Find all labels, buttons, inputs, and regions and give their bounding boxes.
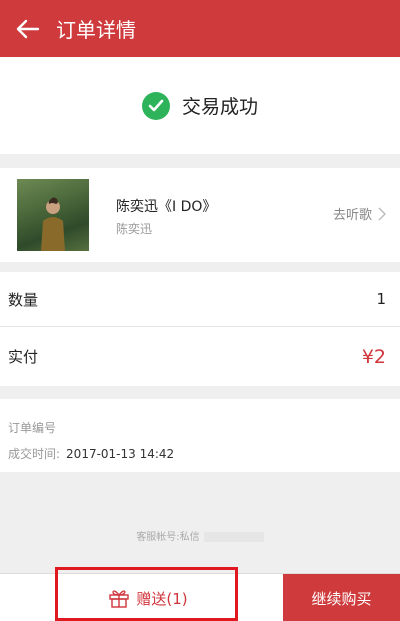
artist-name: 陈奕迅 [116, 222, 153, 236]
page-title: 订单详情 [56, 18, 136, 42]
song-title: 陈奕迅《I DO》 [116, 199, 217, 215]
gift-icon [109, 590, 130, 608]
bottom-bar: 赠送(1) 继续购买 [0, 573, 400, 621]
order-info: 订单编号 成交时间: 2017-01-13 14:42 [0, 399, 400, 472]
gift-label: 赠送(1) [136, 589, 188, 608]
paid-row: 实付 ¥2 [0, 327, 400, 386]
back-button[interactable] [0, 0, 56, 57]
order-number: 订单编号 [8, 415, 400, 441]
album-cover [17, 179, 129, 251]
status-text: 交易成功 [181, 96, 258, 118]
paid-value: ¥2 [361, 345, 386, 368]
go-listen-link[interactable]: 去听歌 [333, 204, 386, 223]
order-status: 交易成功 [0, 57, 400, 154]
quantity-value: 1 [376, 290, 386, 308]
order-number-label: 订单编号 [8, 421, 57, 435]
go-listen-label: 去听歌 [332, 208, 372, 223]
deal-time-value: 2017-01-13 14:42 [66, 447, 175, 461]
back-arrow-icon [16, 19, 40, 38]
redacted-account [203, 532, 264, 542]
service-label: 客服帐号:私信 [136, 532, 200, 543]
service-account: 客服帐号:私信 [0, 528, 400, 543]
check-circle-icon [141, 91, 170, 120]
album-photo [17, 179, 89, 251]
product-card[interactable]: 陈奕迅《I DO》 陈奕迅 去听歌 [0, 168, 400, 262]
chevron-right-icon [378, 207, 386, 220]
deal-time: 成交时间: 2017-01-13 14:42 [8, 441, 400, 467]
quantity-row: 数量 1 [0, 272, 400, 327]
gift-button[interactable]: 赠送(1) [60, 574, 236, 621]
deal-time-label: 成交时间: [8, 447, 61, 461]
quantity-label: 数量 [8, 290, 39, 309]
paid-label: 实付 [8, 348, 39, 366]
app-header: 订单详情 [0, 0, 400, 57]
continue-buy-button[interactable]: 继续购买 [283, 574, 400, 621]
